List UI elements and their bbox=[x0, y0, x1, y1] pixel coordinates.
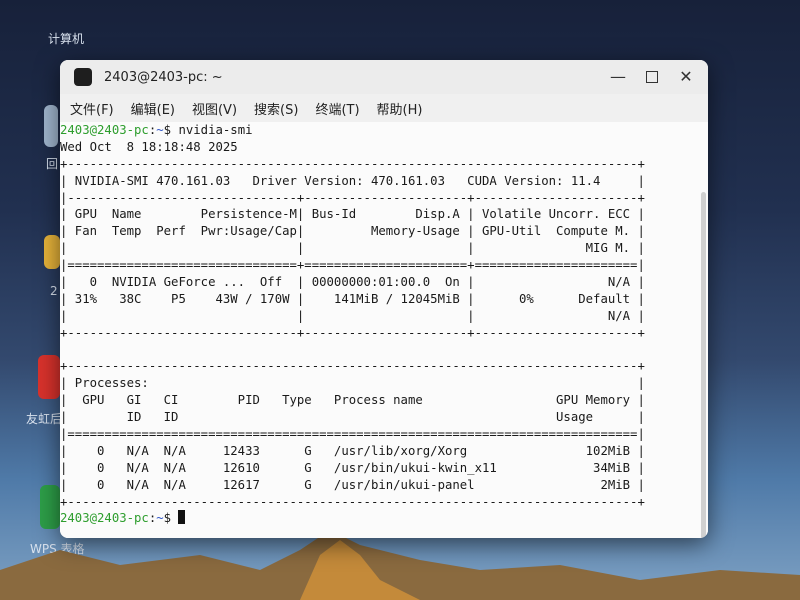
terminal-scrollbar[interactable] bbox=[701, 192, 706, 538]
prompt-path: ~ bbox=[156, 511, 164, 526]
command-text: nvidia-smi bbox=[178, 123, 253, 137]
prompt-user: 2403@2403-pc bbox=[60, 123, 149, 137]
output-line: | 0 N/A N/A 12433 G /usr/lib/xorg/Xorg 1… bbox=[60, 443, 645, 458]
menu-edit[interactable]: 编辑(E) bbox=[131, 99, 175, 118]
menu-bar: 文件(F) 编辑(E) 视图(V) 搜索(S) 终端(T) 帮助(H) bbox=[60, 94, 708, 122]
desktop-label-computer: 计算机 bbox=[48, 32, 85, 46]
output-line: |-------------------------------+-------… bbox=[60, 190, 645, 205]
output-line: | 31% 38C P5 43W / 170W | 141MiB / 12045… bbox=[60, 291, 645, 306]
desktop-icon-recycle[interactable] bbox=[44, 105, 58, 147]
output-line: | GPU Name Persistence-M| Bus-Id Disp.A … bbox=[60, 207, 645, 222]
output-line: | 0 NVIDIA GeForce ... Off | 00000000:01… bbox=[60, 275, 645, 290]
output-line: | 0 N/A N/A 12610 G /usr/bin/ukui-kwin_x… bbox=[60, 460, 645, 475]
prompt-line[interactable]: 2403@2403-pc:~$ bbox=[60, 510, 708, 527]
output-line: | ID ID Usage | bbox=[60, 410, 645, 425]
text-cursor bbox=[178, 510, 186, 525]
minimize-icon[interactable]: — bbox=[608, 67, 628, 87]
output-line: | 0 N/A N/A 12617 G /usr/bin/ukui-panel … bbox=[60, 477, 645, 492]
menu-help[interactable]: 帮助(H) bbox=[377, 99, 423, 118]
desktop-label-recycle: 回 bbox=[46, 157, 59, 171]
output-line: | | | N/A | bbox=[60, 308, 645, 323]
close-icon[interactable]: ✕ bbox=[676, 67, 696, 87]
menu-file[interactable]: 文件(F) bbox=[70, 99, 114, 118]
desktop-label-app-red: 友虹后 bbox=[26, 412, 63, 426]
title-bar[interactable]: 2403@2403-pc: ~ — ✕ bbox=[60, 60, 708, 94]
window-title: 2403@2403-pc: ~ bbox=[104, 69, 223, 85]
output-line: |===============================+=======… bbox=[60, 258, 645, 273]
output-line: | NVIDIA-SMI 470.161.03 Driver Version: … bbox=[60, 173, 645, 188]
terminal-window[interactable]: 2403@2403-pc: ~ — ✕ 文件(F) 编辑(E) 视图(V) 搜索… bbox=[60, 60, 708, 538]
output-line: +---------------------------------------… bbox=[60, 156, 645, 171]
output-line: | Fan Temp Perf Pwr:Usage/Cap| Memory-Us… bbox=[60, 224, 645, 239]
command-line: 2403@2403-pc:~$ nvidia-smi bbox=[60, 123, 253, 137]
terminal-app-icon bbox=[74, 68, 92, 86]
desktop-icon-app-red[interactable] bbox=[38, 355, 60, 399]
prompt-path: ~ bbox=[156, 123, 164, 137]
terminal-output[interactable]: 2403@2403-pc:~$ nvidia-smi Wed Oct 8 18:… bbox=[60, 122, 708, 538]
prompt-user: 2403@2403-pc bbox=[60, 511, 149, 526]
output-line: |=======================================… bbox=[60, 427, 645, 442]
output-line: +-------------------------------+-------… bbox=[60, 325, 645, 340]
desktop-label-2: 2 bbox=[50, 284, 58, 298]
menu-search[interactable]: 搜索(S) bbox=[254, 99, 298, 118]
output-line: +---------------------------------------… bbox=[60, 359, 645, 374]
output-line: | Processes: | bbox=[60, 376, 645, 391]
maximize-icon[interactable] bbox=[642, 67, 662, 87]
output-line: | GPU GI CI PID Type Process name GPU Me… bbox=[60, 393, 645, 408]
output-line: | | | MIG M. | bbox=[60, 241, 645, 256]
menu-view[interactable]: 视图(V) bbox=[192, 99, 237, 118]
menu-terminal[interactable]: 终端(T) bbox=[315, 99, 359, 118]
output-line: +---------------------------------------… bbox=[60, 494, 645, 509]
desktop-icon-folder[interactable] bbox=[44, 235, 60, 269]
output-line: Wed Oct 8 18:18:48 2025 bbox=[60, 139, 238, 154]
